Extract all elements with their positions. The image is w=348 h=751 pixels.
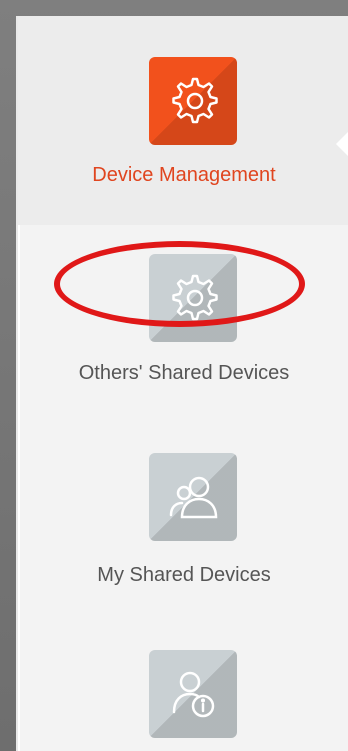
sidebar-panel: Device Management Others' Shared Devices [16,16,348,751]
sidebar-item-label: My Shared Devices [97,564,271,586]
sidebar-item-account-info[interactable] [18,619,348,751]
highlight-ring [54,241,305,327]
sidebar-item-label: Others' Shared Devices [78,362,290,384]
device-management-tile [149,57,237,145]
window-frame: Device Management Others' Shared Devices [0,0,348,751]
my-shared-devices-tile [149,453,237,541]
sidebar-item-device-management[interactable]: Device Management [18,16,348,225]
active-pointer [336,130,348,158]
gear-icon [172,77,218,124]
sidebar-item-label: Device Management [92,164,276,186]
user-info-icon [172,671,215,718]
users-icon [169,476,218,519]
account-info-tile [149,650,237,738]
sidebar-item-my-shared-devices[interactable]: My Shared Devices [18,421,348,619]
